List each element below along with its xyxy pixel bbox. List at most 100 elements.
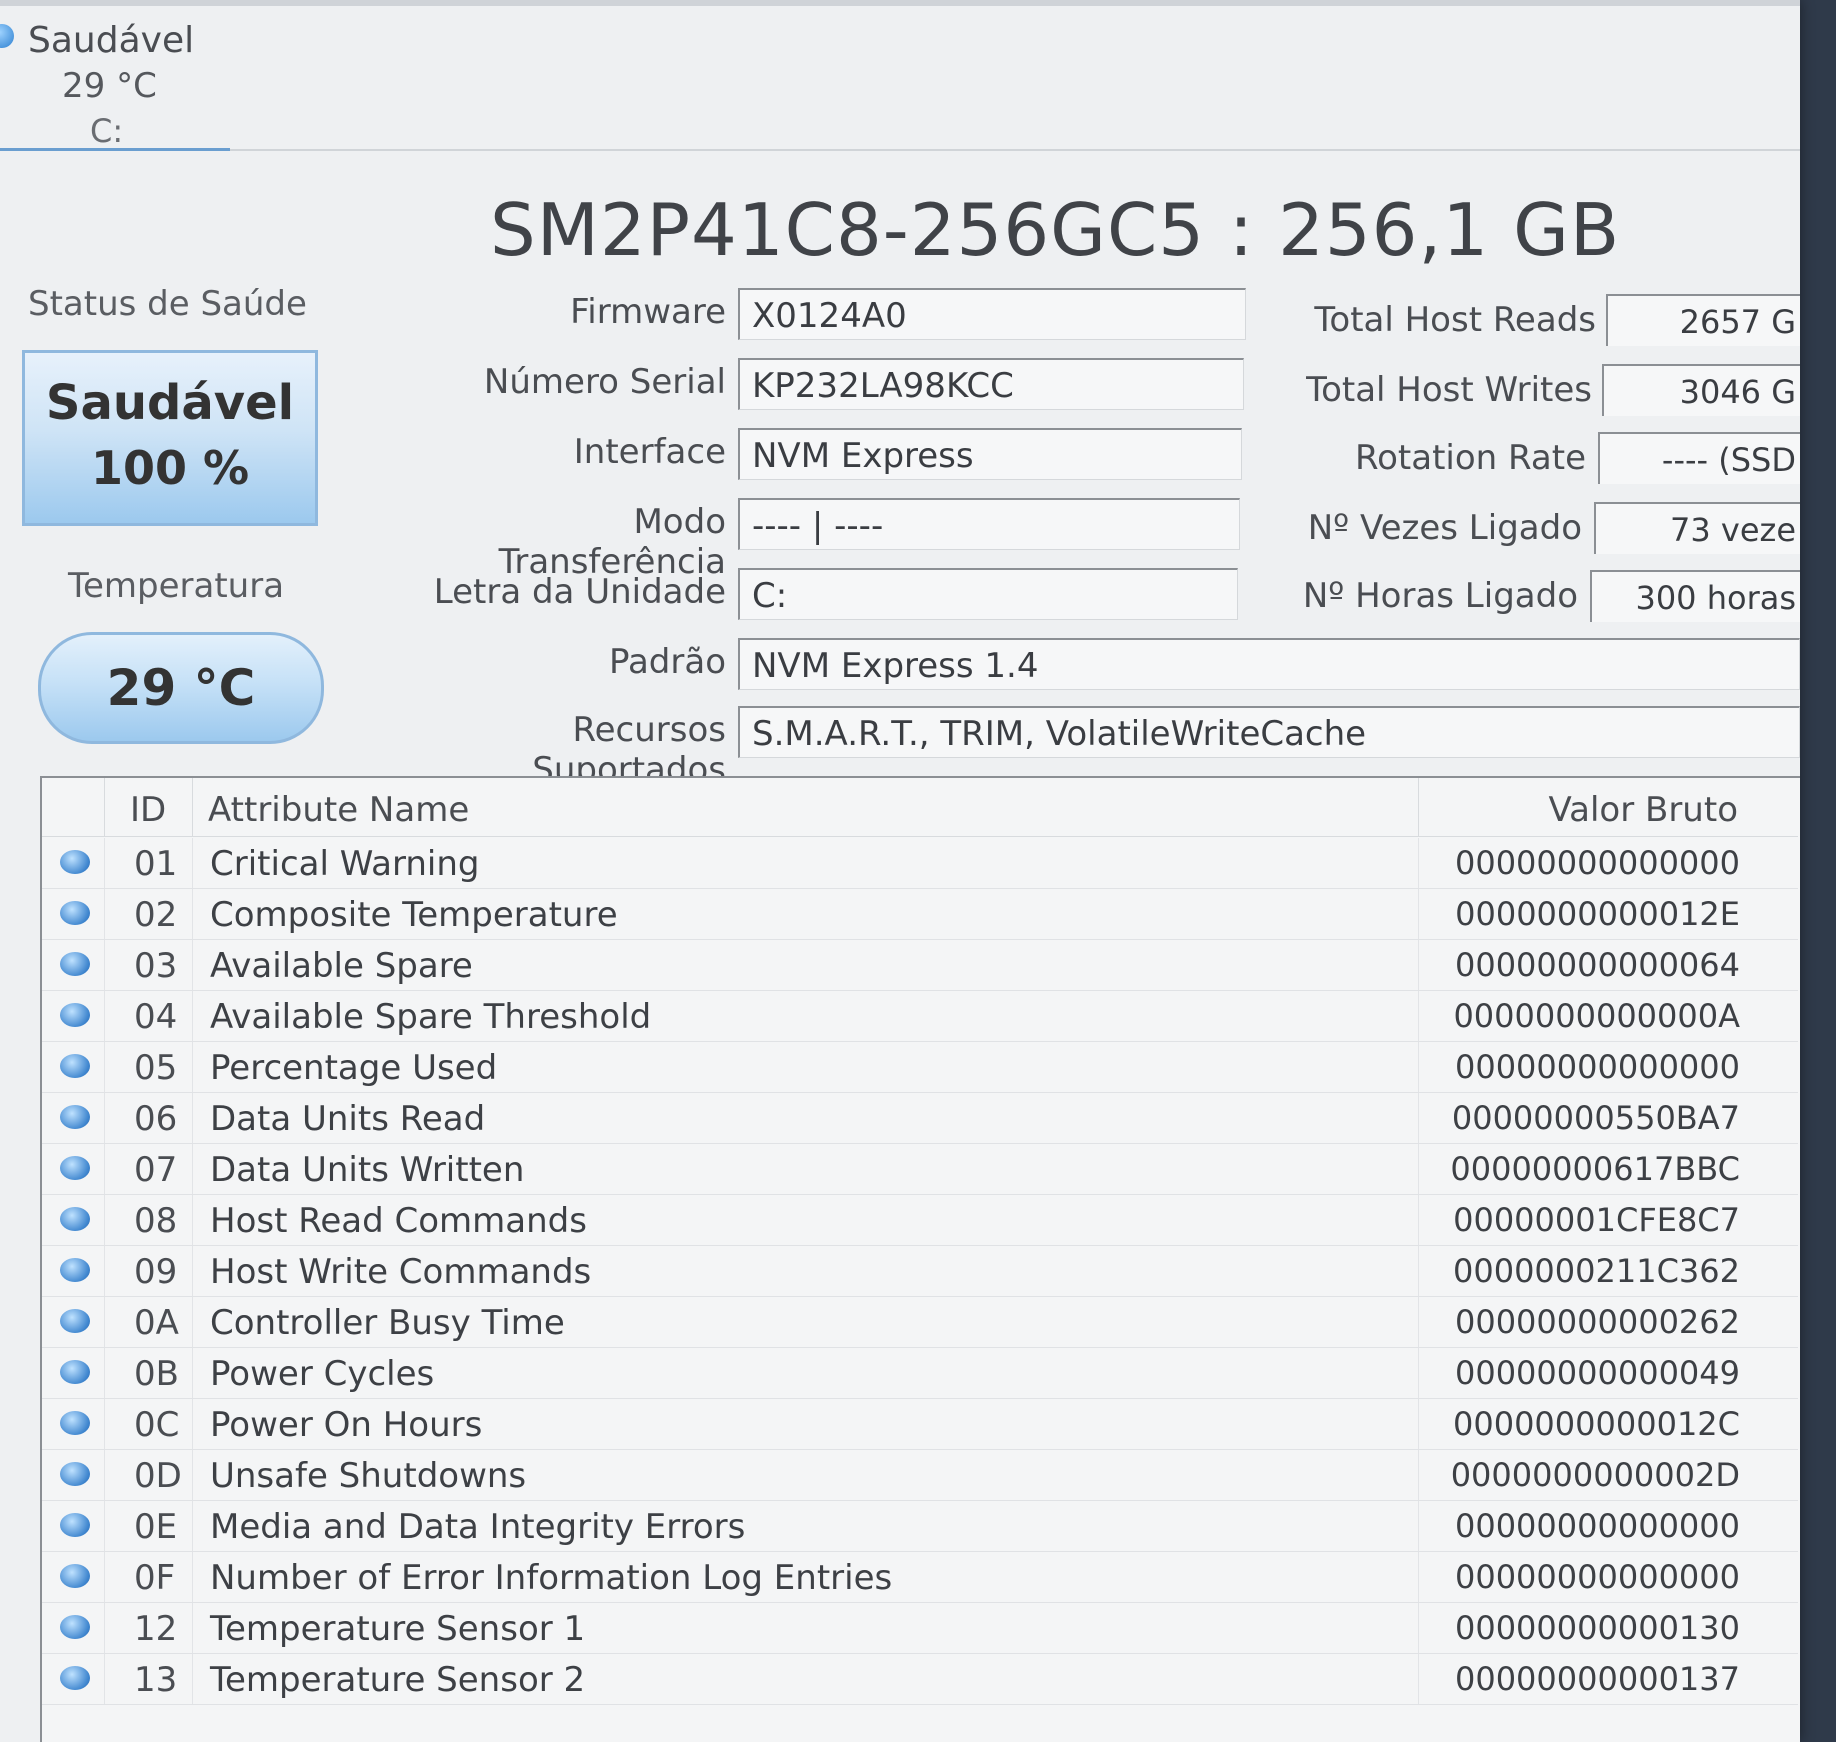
- status-dot-icon: [60, 901, 90, 925]
- serial-field: KP232LA98KCC: [738, 358, 1244, 410]
- column-divider: [104, 1654, 105, 1704]
- health-status-text: Saudável: [45, 375, 295, 431]
- attribute-raw-value: 00000001CFE8C7: [1453, 1201, 1740, 1239]
- table-row[interactable]: 09 Host Write Commands 0000000211C362: [42, 1246, 1798, 1297]
- column-divider: [104, 838, 105, 888]
- attribute-id: 07: [134, 1150, 178, 1190]
- status-dot-icon: [60, 1003, 90, 1027]
- crystaldiskinfo-window: Saudável 29 °C C: SM2P41C8-256GC5 : 256,…: [0, 0, 1800, 1742]
- column-divider: [192, 838, 193, 888]
- table-header: ID Attribute Name Valor Bruto: [42, 778, 1798, 837]
- disk-tab-c[interactable]: Saudável 29 °C C:: [0, 8, 230, 150]
- attribute-id: 04: [134, 997, 178, 1037]
- rotation-rate-label: Rotation Rate: [1355, 438, 1586, 478]
- host-writes-label: Total Host Writes: [1306, 370, 1592, 410]
- table-row[interactable]: 08 Host Read Commands 00000001CFE8C7: [42, 1195, 1798, 1246]
- attribute-name: Controller Busy Time: [210, 1303, 565, 1343]
- status-dot-icon: [60, 1258, 90, 1282]
- column-divider: [1418, 1144, 1419, 1194]
- column-divider: [1418, 1603, 1419, 1653]
- table-row[interactable]: 06 Data Units Read 00000000550BA7: [42, 1093, 1798, 1144]
- attribute-id: 01: [134, 844, 178, 884]
- table-row[interactable]: 03 Available Spare 00000000000064: [42, 940, 1798, 991]
- attribute-name: Host Write Commands: [210, 1252, 592, 1292]
- table-row[interactable]: 01 Critical Warning 00000000000000: [42, 838, 1798, 889]
- column-divider: [104, 1399, 105, 1449]
- attribute-id: 0A: [134, 1303, 179, 1343]
- attribute-id: 03: [134, 946, 178, 986]
- attribute-name: Available Spare Threshold: [210, 997, 652, 1037]
- table-row[interactable]: 07 Data Units Written 00000000617BBC: [42, 1144, 1798, 1195]
- attribute-name: Data Units Read: [210, 1099, 486, 1139]
- status-dot-icon: [60, 952, 90, 976]
- firmware-label: Firmware: [570, 292, 726, 332]
- disk-tab-underline: [0, 148, 230, 151]
- table-row[interactable]: 04 Available Spare Threshold 0000000000000…: [42, 991, 1798, 1042]
- smart-attributes-table[interactable]: ID Attribute Name Valor Bruto 01 Critical…: [40, 776, 1800, 1742]
- column-divider: [192, 1501, 193, 1551]
- status-dot-icon: [60, 1309, 90, 1333]
- status-dot-icon: [60, 1462, 90, 1486]
- table-row[interactable]: 0C Power On Hours 0000000000012C: [42, 1399, 1798, 1450]
- health-status-dot-icon: [0, 24, 14, 48]
- table-row[interactable]: 0B Power Cycles 00000000000049: [42, 1348, 1798, 1399]
- column-divider: [104, 1042, 105, 1092]
- column-divider: [1418, 1042, 1419, 1092]
- attribute-raw-value: 00000000000262: [1454, 1303, 1740, 1341]
- column-divider: [104, 1603, 105, 1653]
- column-divider: [192, 1603, 193, 1653]
- column-divider: [1418, 1654, 1419, 1704]
- column-divider: [1418, 1297, 1419, 1347]
- temperature-button[interactable]: 29 °C: [38, 632, 324, 744]
- attribute-id: 05: [134, 1048, 178, 1088]
- host-reads-label: Total Host Reads: [1314, 300, 1596, 340]
- status-dot-icon: [60, 1207, 90, 1231]
- column-divider: [104, 991, 105, 1041]
- table-row[interactable]: 0F Number of Error Information Log Entrie…: [42, 1552, 1798, 1603]
- column-divider: [1418, 1552, 1419, 1602]
- firmware-field: X0124A0: [738, 288, 1246, 340]
- column-divider: [104, 1093, 105, 1143]
- attribute-name: Unsafe Shutdowns: [210, 1456, 527, 1496]
- column-divider: [1418, 889, 1419, 939]
- column-divider: [1418, 991, 1419, 1041]
- transfer-mode-field: ---- | ----: [738, 498, 1240, 550]
- column-divider: [104, 1552, 105, 1602]
- table-row[interactable]: 0E Media and Data Integrity Errors 0000000…: [42, 1501, 1798, 1552]
- column-divider: [1418, 940, 1419, 990]
- health-status-button[interactable]: Saudável 100 %: [22, 350, 318, 526]
- column-divider: [192, 1654, 193, 1704]
- attribute-name: Temperature Sensor 2: [210, 1660, 586, 1700]
- attribute-name: Number of Error Information Log Entries: [210, 1558, 893, 1598]
- column-divider: [192, 991, 193, 1041]
- column-header-attribute-name[interactable]: Attribute Name: [208, 790, 469, 830]
- temperature-label: Temperatura: [68, 566, 285, 606]
- table-row[interactable]: 0A Controller Busy Time 00000000000262: [42, 1297, 1798, 1348]
- attribute-raw-value: 00000000000000: [1454, 844, 1740, 882]
- table-row[interactable]: 13 Temperature Sensor 2 00000000000137: [42, 1654, 1798, 1705]
- attribute-id: 12: [134, 1609, 178, 1649]
- table-row[interactable]: 05 Percentage Used 00000000000000: [42, 1042, 1798, 1093]
- table-row[interactable]: 0D Unsafe Shutdowns 0000000000002D: [42, 1450, 1798, 1501]
- table-row[interactable]: 02 Composite Temperature 0000000000012E: [42, 889, 1798, 940]
- title-bar-edge: [0, 0, 1800, 6]
- column-divider: [192, 1246, 193, 1296]
- standard-label: Padrão: [608, 642, 726, 682]
- attribute-name: Temperature Sensor 1: [210, 1609, 586, 1649]
- host-writes-field: 3046 G: [1602, 364, 1800, 416]
- attribute-raw-value: 00000000000000: [1454, 1507, 1740, 1545]
- tab-separator: [230, 149, 1800, 151]
- interface-field: NVM Express: [738, 428, 1242, 480]
- attribute-raw-value: 00000000000130: [1454, 1609, 1740, 1647]
- column-divider: [1418, 778, 1419, 836]
- column-header-id[interactable]: ID: [130, 790, 166, 830]
- attribute-id: 0E: [134, 1507, 178, 1547]
- interface-label: Interface: [573, 432, 726, 472]
- column-divider: [104, 1348, 105, 1398]
- drive-model-title: SM2P41C8-256GC5 : 256,1 GB: [490, 188, 1621, 272]
- attribute-name: Critical Warning: [210, 844, 480, 884]
- attribute-id: 08: [134, 1201, 178, 1241]
- column-header-raw-value[interactable]: Valor Bruto: [1549, 790, 1738, 830]
- attribute-raw-value: 0000000000012E: [1455, 895, 1740, 933]
- table-row[interactable]: 12 Temperature Sensor 1 00000000000130: [42, 1603, 1798, 1654]
